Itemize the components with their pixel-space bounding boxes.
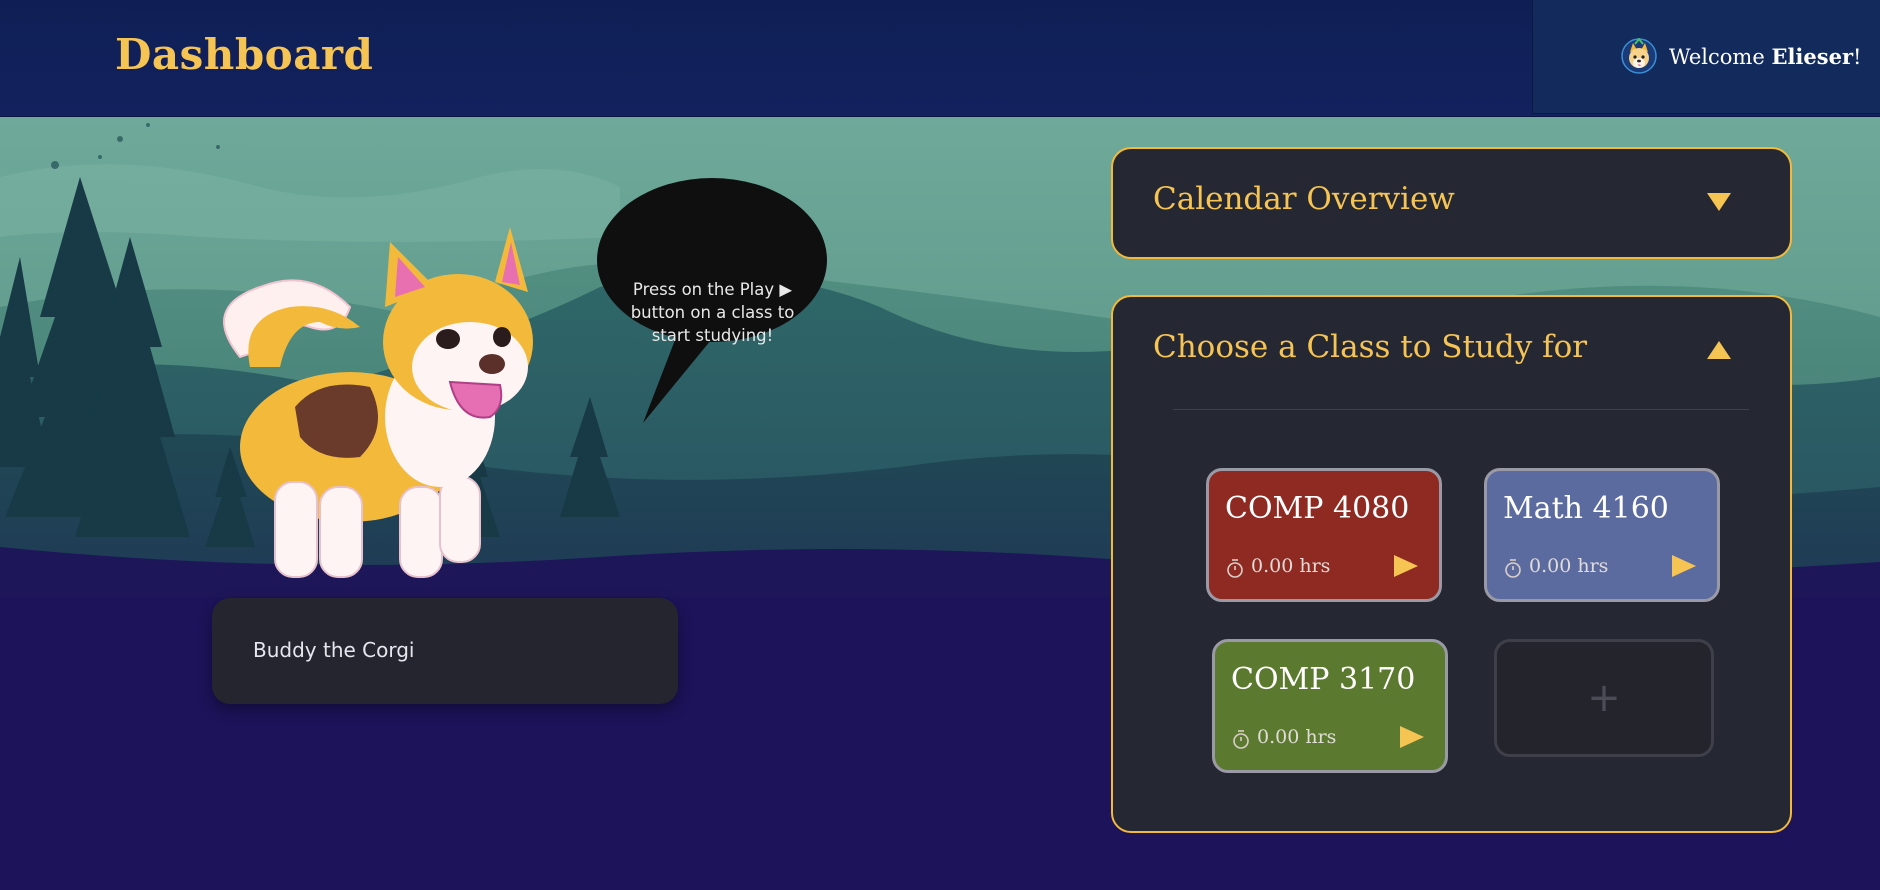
top-header: Dashboard Welcome Elieser! <box>0 0 1880 117</box>
class-name: COMP 4080 <box>1225 491 1410 526</box>
user-welcome[interactable]: Welcome Elieser! <box>1532 0 1880 114</box>
class-study-time: 0.00 hrs <box>1251 555 1331 577</box>
welcome-text: Welcome Elieser! <box>1669 44 1862 69</box>
play-icon[interactable] <box>1398 724 1426 750</box>
panel-divider <box>1173 409 1749 410</box>
page-title: Dashboard <box>115 30 374 79</box>
add-class-button[interactable]: + <box>1494 639 1714 757</box>
calendar-overview-panel[interactable]: Calendar Overview <box>1111 147 1792 259</box>
timer-icon <box>1505 559 1521 578</box>
chevron-up-icon[interactable] <box>1705 339 1733 361</box>
play-icon[interactable] <box>1392 553 1420 579</box>
class-study-time: 0.00 hrs <box>1529 555 1609 577</box>
calendar-overview-title: Calendar Overview <box>1153 181 1455 217</box>
class-card-math-4160[interactable]: Math 4160 0.00 hrs <box>1484 468 1720 602</box>
pet-name: Buddy the Corgi <box>253 638 415 662</box>
timer-icon <box>1233 730 1249 749</box>
class-study-time: 0.00 hrs <box>1257 726 1337 748</box>
choose-class-panel: Choose a Class to Study for COMP 4080 0.… <box>1111 295 1792 833</box>
play-icon[interactable] <box>1670 553 1698 579</box>
timer-icon <box>1227 559 1243 578</box>
speech-bubble-text: Press on the Play ▶ button on a class to… <box>630 280 795 345</box>
pet-name-card: Buddy the Corgi <box>212 598 678 704</box>
class-name: Math 4160 <box>1503 491 1669 526</box>
class-card-comp-3170[interactable]: COMP 3170 0.00 hrs <box>1212 639 1448 773</box>
class-card-comp-4080[interactable]: COMP 4080 0.00 hrs <box>1206 468 1442 602</box>
class-name: COMP 3170 <box>1231 662 1416 697</box>
user-name: Elieser <box>1771 44 1854 69</box>
choose-class-title: Choose a Class to Study for <box>1153 329 1588 365</box>
plus-icon: + <box>1587 675 1621 721</box>
chevron-down-icon[interactable] <box>1705 191 1733 213</box>
corgi-avatar-icon <box>1621 38 1657 74</box>
